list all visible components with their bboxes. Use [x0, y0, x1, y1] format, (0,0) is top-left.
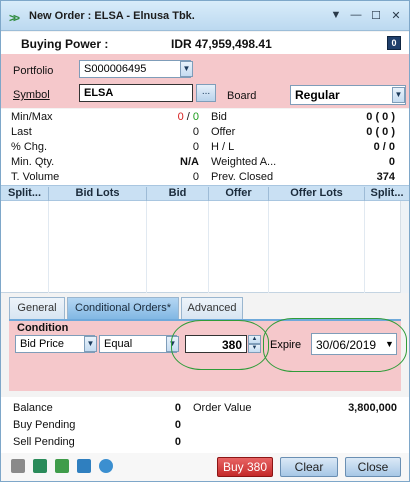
stat-value: 0 ( 0 ): [366, 126, 395, 138]
order-value: 3,800,000: [348, 402, 397, 414]
min-max-value: 0 / 0: [177, 111, 199, 123]
stat-value: 0: [192, 126, 199, 138]
close-icon[interactable]: ✕: [389, 9, 403, 22]
column-header[interactable]: Offer: [209, 187, 269, 201]
condition-field-select[interactable]: Bid Price: [15, 335, 95, 353]
tab-advanced[interactable]: Advanced: [181, 297, 243, 319]
balance-label: Balance: [13, 402, 53, 414]
symbol-lookup-button[interactable]: ...: [196, 84, 216, 102]
column-header[interactable]: Split...: [1, 187, 49, 201]
stat-label: Offer: [211, 126, 236, 138]
buying-power-value: IDR 47,959,498.41: [171, 37, 272, 51]
scrollbar[interactable]: [400, 201, 409, 293]
annotation-circle: [171, 320, 269, 370]
minimize-icon[interactable]: —: [349, 9, 363, 21]
buy-pending-label: Buy Pending: [13, 419, 76, 431]
board-select[interactable]: Regular: [290, 85, 406, 105]
stat-value: N/A: [180, 156, 199, 168]
dropdown-icon[interactable]: ▼: [329, 9, 343, 21]
quote-stats: Min/Max 0 / 0 Last 0 % Chg. 0 Min. Qty. …: [1, 109, 409, 185]
condition-title: Condition: [17, 322, 69, 334]
info-button[interactable]: 0: [387, 36, 401, 50]
sell-pending-value: 0: [174, 436, 181, 448]
stat-value: 0 ( 0 ): [366, 111, 395, 123]
chevron-down-icon[interactable]: ▼: [392, 87, 405, 103]
window-title: New Order : ELSA - Elnusa Tbk.: [29, 10, 195, 22]
new-order-window: >> New Order : ELSA - Elnusa Tbk. ▼ — ☐ …: [0, 0, 410, 482]
column-header[interactable]: Bid: [147, 187, 209, 201]
buy-button[interactable]: Buy 380: [217, 457, 273, 477]
depth-table-body: [1, 201, 409, 293]
stat-label: Last: [11, 126, 32, 138]
buying-power-label: Buying Power :: [21, 37, 109, 51]
footer-bar: Buy 380 Clear Close: [1, 453, 409, 481]
chevron-down-icon[interactable]: ▼: [180, 61, 193, 77]
stat-value: 0: [192, 141, 199, 153]
order-tabs: General Conditional Orders* Advanced: [9, 297, 409, 320]
chart-icon[interactable]: [77, 459, 91, 473]
stat-label: Min/Max: [11, 111, 53, 123]
stat-label: Weighted A...: [211, 156, 277, 168]
depth-table-header: Split... Bid Lots Bid Offer Offer Lots S…: [1, 185, 409, 201]
stat-value: 374: [376, 171, 395, 183]
portfolio-label: Portfolio: [13, 65, 54, 77]
balance-value: 0: [174, 402, 181, 414]
chevron-down-icon[interactable]: ▼: [84, 336, 97, 352]
annotation-circle: [263, 318, 407, 372]
symbol-label: Symbol: [13, 89, 50, 101]
close-button[interactable]: Close: [345, 457, 401, 477]
buying-power-bar: Buying Power : IDR 47,959,498.41 0: [1, 32, 409, 54]
clear-button[interactable]: Clear: [280, 457, 338, 477]
print-icon[interactable]: [11, 459, 25, 473]
buy-pending-value: 0: [174, 419, 181, 431]
column-header[interactable]: Offer Lots: [269, 187, 365, 201]
portfolio-select[interactable]: S000006495: [79, 60, 191, 78]
tab-general[interactable]: General: [9, 297, 65, 319]
stat-value: 0 / 0: [373, 141, 395, 153]
tab-conditional-orders[interactable]: Conditional Orders*: [67, 297, 179, 320]
stat-value: 0: [388, 156, 395, 168]
symbol-input[interactable]: ELSA: [79, 84, 193, 102]
stat-label: Min. Qty.: [11, 156, 55, 168]
column-header[interactable]: Split...: [365, 187, 409, 201]
stat-value: 0: [192, 171, 199, 183]
stat-label: H / L: [211, 141, 235, 153]
order-summary: Balance 0 Order Value 3,800,000 Buy Pend…: [1, 397, 409, 453]
app-chevron-icon: >>: [9, 11, 20, 25]
title-bar[interactable]: >> New Order : ELSA - Elnusa Tbk. ▼ — ☐ …: [1, 1, 409, 31]
sell-pending-label: Sell Pending: [13, 436, 75, 448]
table-icon[interactable]: [55, 459, 69, 473]
order-form-panel: Portfolio S000006495 ▼ Symbol ELSA ... B…: [1, 54, 409, 108]
order-value-label: Order Value: [193, 402, 252, 414]
column-header[interactable]: Bid Lots: [49, 187, 147, 201]
maximize-icon[interactable]: ☐: [369, 9, 383, 22]
stat-label: T. Volume: [11, 171, 60, 183]
calculator-icon[interactable]: [33, 459, 47, 473]
stat-label: Bid: [211, 111, 227, 123]
clock-icon[interactable]: [99, 459, 113, 473]
board-label: Board: [227, 90, 257, 102]
stat-label: % Chg.: [11, 141, 48, 153]
stat-label: Prev. Closed: [211, 171, 274, 183]
